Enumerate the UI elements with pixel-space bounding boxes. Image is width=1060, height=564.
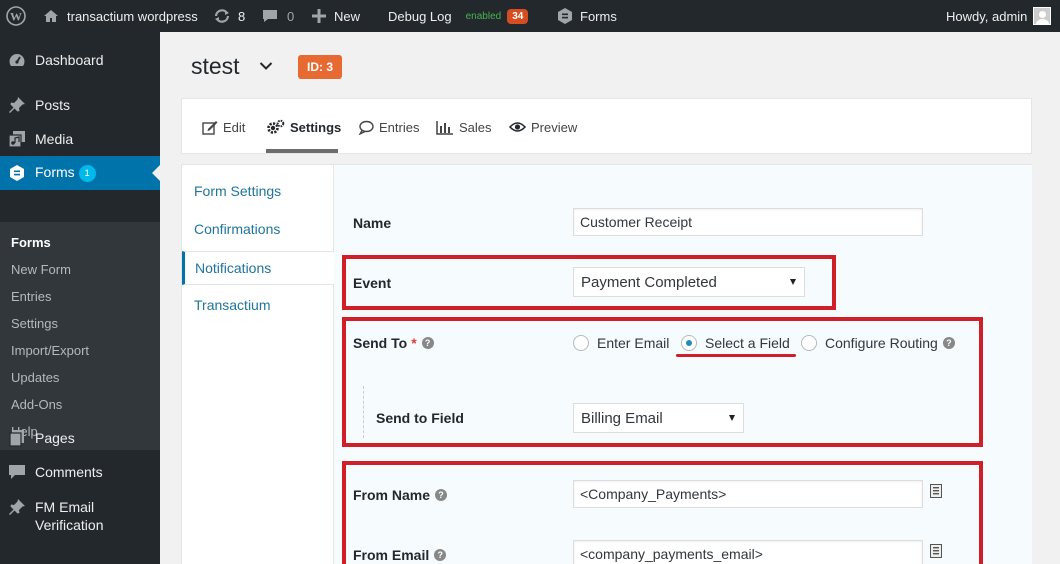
sidebar-label-posts: Posts [35,97,71,113]
forms-adminbar-label: Forms [580,8,617,24]
settings-nav-notifications[interactable]: Notifications [182,251,334,285]
sidebar-item-media[interactable]: Media [0,122,160,156]
tab-edit[interactable]: Edit [202,118,245,136]
tab-sales-label: Sales [459,119,492,135]
highlight-box-from [342,461,983,564]
updates-count: 8 [238,8,246,24]
tab-settings[interactable]: Settings [266,118,341,136]
highlight-box-event [342,255,836,310]
sidebar-item-forms[interactable]: Forms 1 [0,156,160,190]
form-toolbar: Edit Settings Entries Sales Preview [181,98,1032,154]
highlight-box-send-to [342,317,983,447]
site-name: transactium wordpress [67,8,198,24]
pushpin-icon [9,97,25,113]
tab-settings-label: Settings [290,119,342,135]
page-title: stest [191,53,240,79]
active-tab-indicator [266,149,338,153]
submenu-item-add-ons[interactable]: Add-Ons [11,397,62,412]
submenu-item-new-form[interactable]: New Form [11,262,71,277]
settings-nav: Form Settings Confirmations Notification… [182,165,334,564]
comment-bubble-icon [263,10,277,22]
submenu-item-updates[interactable]: Updates [11,370,59,385]
submenu-item-settings[interactable]: Settings [11,316,58,331]
admin-sidebar: Dashboard Posts Media Forms 1 Forms New F… [0,32,160,564]
bar-chart-icon [436,120,453,135]
tab-edit-label: Edit [223,119,246,135]
sidebar-label-dashboard: Dashboard [35,52,104,68]
sidebar-item-posts[interactable]: Posts [0,88,160,122]
avatar [1033,7,1052,25]
admin-bar: W transactium wordpress 8 0 New Debug Lo… [0,0,1060,32]
settings-nav-form-settings[interactable]: Form Settings [194,183,281,199]
sidebar-item-fm-email-verification[interactable]: FM Email Verification [0,495,160,539]
chevron-down-icon[interactable] [259,61,273,71]
plus-icon [312,9,326,23]
form-id-badge: ID: 3 [298,55,342,79]
site-name-link[interactable]: transactium wordpress [43,0,198,32]
tab-entries-label: Entries [379,119,420,135]
tab-entries[interactable]: Entries [358,118,419,136]
howdy-text: Howdy, admin [946,8,1028,24]
debug-log-label: Debug Log [388,8,452,24]
pages-icon [9,430,24,447]
highlight-underline-select-field [676,354,796,357]
media-icon [8,131,25,148]
refresh-icon [214,9,230,23]
comment-outline-icon [358,120,374,135]
forms-update-badge: 1 [78,165,96,182]
home-icon [44,10,58,22]
new-content-link[interactable]: New [312,0,360,32]
submenu-item-import-export[interactable]: Import/Export [11,343,89,358]
forms-logo-icon [558,8,572,24]
forms-adminbar-link[interactable]: Forms [556,0,617,32]
comments-link[interactable]: 0 [262,0,294,32]
pushpin-icon [9,499,25,515]
sidebar-item-dashboard[interactable]: Dashboard [0,43,160,77]
debug-status: enabled [465,10,502,22]
svg-text:W: W [10,10,22,24]
submenu-item-forms[interactable]: Forms [11,235,51,250]
dashboard-icon [9,54,25,66]
updates-link[interactable]: 8 [213,0,245,32]
sidebar-label-forms: Forms 1 [35,164,96,182]
debug-log-link[interactable]: Debug Log enabled 34 [388,0,529,32]
forms-submenu: Forms New Form Entries Settings Import/E… [0,222,160,450]
tab-preview[interactable]: Preview [509,118,577,136]
name-input[interactable]: Customer Receipt [573,208,923,236]
eye-icon [509,122,526,132]
new-label: New [334,8,361,24]
tab-preview-label: Preview [531,119,578,135]
settings-nav-confirmations[interactable]: Confirmations [194,221,280,237]
sidebar-label-pages: Pages [35,430,75,446]
wordpress-logo-icon[interactable]: W [6,0,26,32]
forms-logo-icon [10,165,24,181]
sidebar-label-fm-email: FM Email Verification [35,499,104,533]
submenu-item-entries[interactable]: Entries [11,289,51,304]
sidebar-label-comments: Comments [35,464,103,480]
edit-icon [202,120,218,135]
name-label: Name [353,215,392,231]
settings-nav-transactium[interactable]: Transactium [194,297,271,313]
sidebar-label-media: Media [35,131,74,147]
comment-bubble-icon [9,465,25,479]
sidebar-item-pages[interactable]: Pages [0,421,160,455]
gears-icon [267,119,285,134]
sidebar-item-comments[interactable]: Comments [0,455,160,489]
tab-sales[interactable]: Sales [436,118,492,136]
my-account-link[interactable]: Howdy, admin [946,0,1052,32]
debug-count-badge: 34 [507,8,529,24]
comments-count: 0 [287,8,295,24]
